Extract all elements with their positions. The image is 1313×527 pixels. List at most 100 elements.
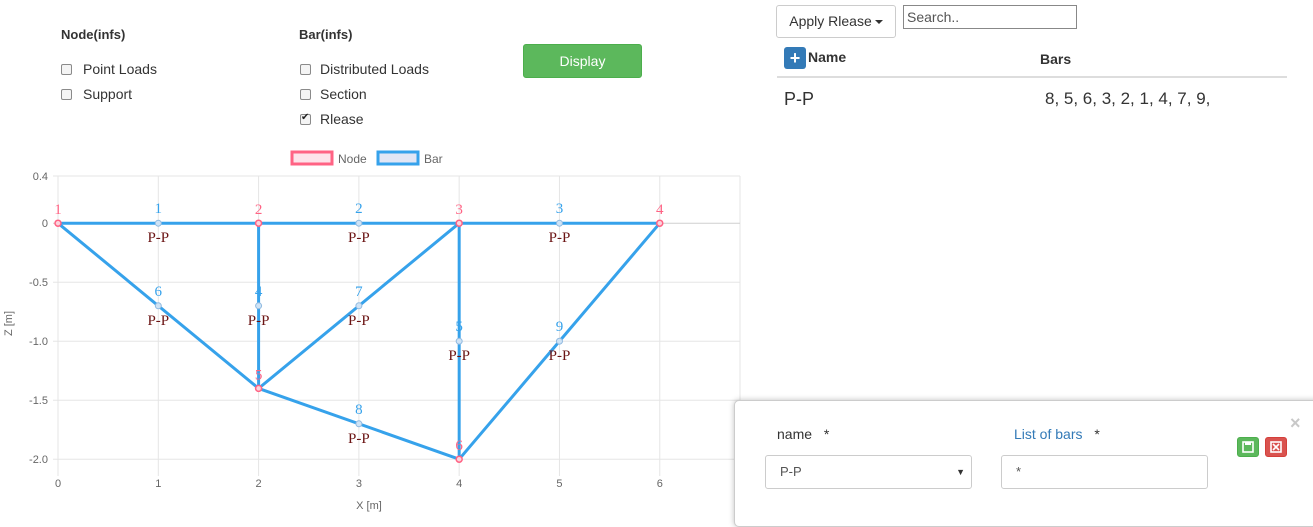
node-id-label: 2 (255, 202, 263, 218)
distributed-loads-option[interactable]: Distributed Loads (300, 59, 429, 79)
bar-id-label: 7 (355, 284, 363, 300)
support-label: Support (83, 86, 133, 102)
bar-midpoint (355, 302, 363, 310)
select-arrow-icon: ▼ (956, 467, 965, 477)
node-infs-heading: Node(infs) (61, 27, 126, 42)
bar-release-label: P-P (348, 230, 370, 246)
search-input[interactable] (903, 5, 1077, 29)
section-label: Section (320, 86, 367, 102)
bar-id-label: 8 (355, 402, 363, 418)
node-point (455, 455, 463, 463)
y-tick-label: 0.4 (33, 171, 48, 183)
x-tick-label: 5 (556, 478, 562, 490)
bar-midpoint (355, 219, 363, 227)
save-icon (1242, 441, 1254, 453)
bar-id-label: 4 (255, 284, 263, 300)
node-id-label: 3 (455, 202, 463, 218)
name-select[interactable]: P-P ▼ (765, 455, 972, 489)
node-point (254, 384, 263, 393)
bar-midpoint (555, 219, 563, 227)
node-point (254, 219, 263, 227)
bar-id-label: 6 (155, 284, 163, 300)
delete-icon (1270, 441, 1282, 453)
support-option[interactable]: Support (61, 84, 157, 104)
bar-midpoint (355, 420, 363, 428)
name-field-label: name * (777, 426, 829, 442)
point-loads-label: Point Loads (83, 61, 157, 77)
release-name-cell: P-P (784, 89, 815, 109)
release-form-panel: name * List of bars * P-P ▼ * × (734, 400, 1313, 527)
node-point (54, 219, 62, 227)
bar-release-label: P-P (248, 313, 270, 329)
y-tick-label: -1.5 (29, 395, 48, 407)
plus-icon: + (789, 48, 801, 68)
x-tick-label: 2 (256, 478, 262, 490)
bar-release-label: P-P (147, 313, 169, 329)
bar-infs-heading: Bar(infs) (299, 27, 353, 42)
list-required-mark: * (1094, 426, 1100, 442)
close-icon[interactable]: × (1290, 413, 1301, 434)
node-point (656, 219, 664, 227)
section-option[interactable]: Section (300, 84, 429, 104)
node-point (455, 219, 463, 227)
y-tick-label: 0 (42, 218, 48, 230)
apply-release-label: Apply Rlease (789, 13, 872, 29)
bar-midpoint (455, 337, 463, 345)
distributed-loads-label: Distributed Loads (320, 61, 429, 77)
node-id-label: 4 (656, 202, 664, 218)
point-loads-checkbox[interactable] (61, 63, 72, 75)
x-tick-label: 1 (155, 478, 161, 490)
name-required-mark: * (823, 426, 830, 442)
apply-release-button[interactable]: Apply Rlease (776, 5, 896, 38)
caret-down-icon (874, 20, 883, 25)
y-tick-label: -1.0 (29, 336, 48, 348)
rlease-option[interactable]: Rlease (300, 109, 429, 129)
list-of-bars-input[interactable]: * (1001, 455, 1208, 489)
structure-chart: 0 1 2 3 4 5 60.40-0.5-1.0-1.5-2.0X [m]Z [m]Nod… (3, 150, 741, 512)
rlease-label: Rlease (320, 111, 364, 127)
node-id-label: 5 (255, 367, 263, 383)
x-tick-label: 3 (356, 478, 362, 490)
bar-release-label: P-P (348, 431, 370, 447)
name-select-value: P-P (780, 464, 802, 479)
legend-label: Bar (424, 152, 443, 166)
save-button[interactable] (1237, 437, 1259, 457)
bar-release-label: P-P (348, 313, 370, 329)
delete-button[interactable] (1265, 437, 1287, 457)
name-column-header: Name (808, 49, 847, 65)
y-tick-label: -2.0 (29, 454, 48, 466)
display-button[interactable]: Display (523, 44, 642, 78)
bar-midpoint (555, 337, 563, 345)
bar-id-label: 1 (155, 201, 163, 217)
x-tick-label: 4 (456, 478, 462, 490)
bar-id-label: 3 (556, 201, 564, 217)
legend-label: Node (338, 152, 367, 166)
legend-swatch (376, 150, 420, 166)
bar-id-label: 2 (355, 201, 363, 217)
x-axis-title: X [m] (356, 500, 382, 512)
table-header-divider (777, 76, 1287, 78)
y-tick-label: -0.5 (29, 277, 48, 289)
support-checkbox[interactable] (61, 88, 72, 100)
rlease-checkbox[interactable] (300, 112, 311, 125)
bar-midpoint (255, 302, 263, 310)
bars-column-header: Bars (1040, 51, 1072, 67)
node-id-label: 6 (455, 438, 463, 454)
bar-id-label: 5 (455, 319, 463, 335)
add-release-button[interactable]: + (784, 47, 806, 69)
point-loads-option[interactable]: Point Loads (61, 59, 157, 79)
legend-swatch (290, 150, 334, 166)
name-label-text: name (777, 426, 813, 442)
bar-midpoint (154, 302, 162, 310)
x-tick-label: 0 (55, 478, 61, 490)
bar-release-label: P-P (448, 348, 470, 364)
bar-midpoint (154, 219, 162, 227)
section-checkbox[interactable] (300, 88, 311, 100)
node-id-label: 1 (54, 202, 62, 218)
list-of-bars-label: List of bars * (1014, 426, 1100, 442)
list-label-text: List of bars (1014, 426, 1083, 442)
table-row[interactable]: P-P 8, 5, 6, 3, 2, 1, 4, 7, 9, (777, 80, 1287, 118)
y-axis-title: Z [m] (3, 311, 15, 336)
node-options: Point Loads Support (61, 59, 157, 104)
distributed-loads-checkbox[interactable] (300, 63, 311, 75)
